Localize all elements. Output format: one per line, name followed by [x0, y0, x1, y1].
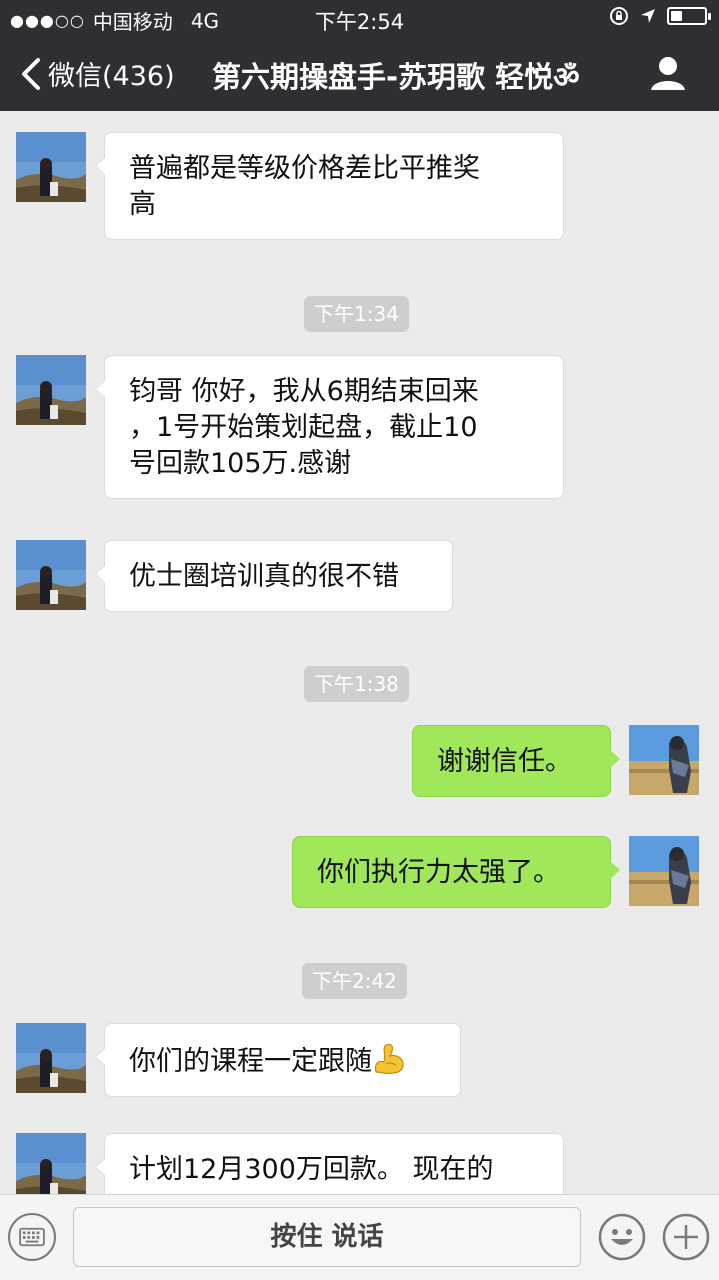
chevron-left-icon [22, 57, 40, 90]
avatar[interactable] [16, 1023, 86, 1093]
message-line: 谢谢信任。 [437, 746, 572, 777]
message-bubble[interactable]: 你们的课程一定跟随 [95, 1023, 461, 1097]
battery-fill [671, 11, 683, 21]
message-received: 优士圈培训真的很不错 [16, 540, 453, 612]
message-bubble[interactable]: 你们执行力太强了。 [292, 836, 620, 908]
chat-header: 微信(436) 第六期操盘手-苏玥歌 轻悦ॐ [0, 36, 719, 111]
message-line: 你们执行力太强了。 [317, 857, 560, 888]
message-line: 高 [129, 189, 156, 220]
message-received: 计划12月300万回款。 现在的 [16, 1133, 564, 1194]
hold-to-talk-button[interactable]: 按住 说话 [73, 1207, 581, 1267]
battery-icon [667, 7, 711, 25]
message-received: 钧哥 你好，我从6期结束回来 ，1号开始策划起盘，截止10 号回款105万.感谢 [16, 355, 564, 499]
status-bar: ●●●○○ 中国移动 4G 下午2:54 [0, 0, 719, 36]
keyboard-icon[interactable] [8, 1213, 56, 1261]
message-sent: 你们执行力太强了。 [292, 836, 699, 908]
message-bubble[interactable]: 钧哥 你好，我从6期结束回来 ，1号开始策划起盘，截止10 号回款105万.感谢 [95, 355, 564, 499]
avatar[interactable] [629, 725, 699, 795]
avatar[interactable] [16, 540, 86, 610]
message-line: 普遍都是等级价格差比平推奖 [129, 153, 480, 184]
back-button[interactable]: 微信(436) [18, 54, 175, 93]
chat-area[interactable]: 普遍都是等级价格差比平推奖 高 下午1:34 钧哥 你好，我从6期结束回来 ，1… [0, 111, 719, 1194]
message-bubble[interactable]: 普遍都是等级价格差比平推奖 高 [95, 132, 564, 240]
plus-icon[interactable] [662, 1213, 710, 1261]
message-bubble[interactable]: 谢谢信任。 [412, 725, 620, 797]
message-line: ，1号开始策划起盘，截止10 [129, 412, 478, 443]
time-divider: 下午1:34 [304, 296, 409, 332]
avatar[interactable] [629, 836, 699, 906]
flexed-biceps-icon [374, 1043, 404, 1074]
message-sent: 谢谢信任。 [412, 725, 699, 797]
message-received: 你们的课程一定跟随 [16, 1023, 461, 1097]
message-bubble[interactable]: 计划12月300万回款。 现在的 [95, 1133, 564, 1194]
avatar[interactable] [16, 132, 86, 202]
user-profile-icon[interactable] [649, 54, 687, 92]
avatar[interactable] [16, 355, 86, 425]
message-line: 优士圈培训真的很不错 [129, 561, 399, 592]
input-bar: 按住 说话 [0, 1194, 719, 1280]
message-line: 计划12月300万回款。 现在的 [129, 1154, 494, 1185]
chat-title: 第六期操盘手-苏玥歌 轻悦ॐ [212, 60, 580, 94]
status-right [609, 6, 711, 26]
emoji-icon[interactable] [598, 1213, 646, 1261]
message-received: 普遍都是等级价格差比平推奖 高 [16, 132, 564, 240]
time-divider: 下午2:42 [302, 963, 407, 999]
time-divider: 下午1:38 [304, 666, 409, 702]
message-line: 钧哥 你好，我从6期结束回来 [129, 376, 479, 407]
message-line: 号回款105万.感谢 [129, 448, 352, 479]
back-label: 微信(436) [48, 61, 175, 92]
message-bubble[interactable]: 优士圈培训真的很不错 [95, 540, 453, 612]
location-arrow-icon [641, 9, 655, 23]
message-line: 你们的课程一定跟随 [129, 1046, 372, 1077]
rotation-lock-icon [610, 7, 628, 25]
avatar[interactable] [16, 1133, 86, 1194]
